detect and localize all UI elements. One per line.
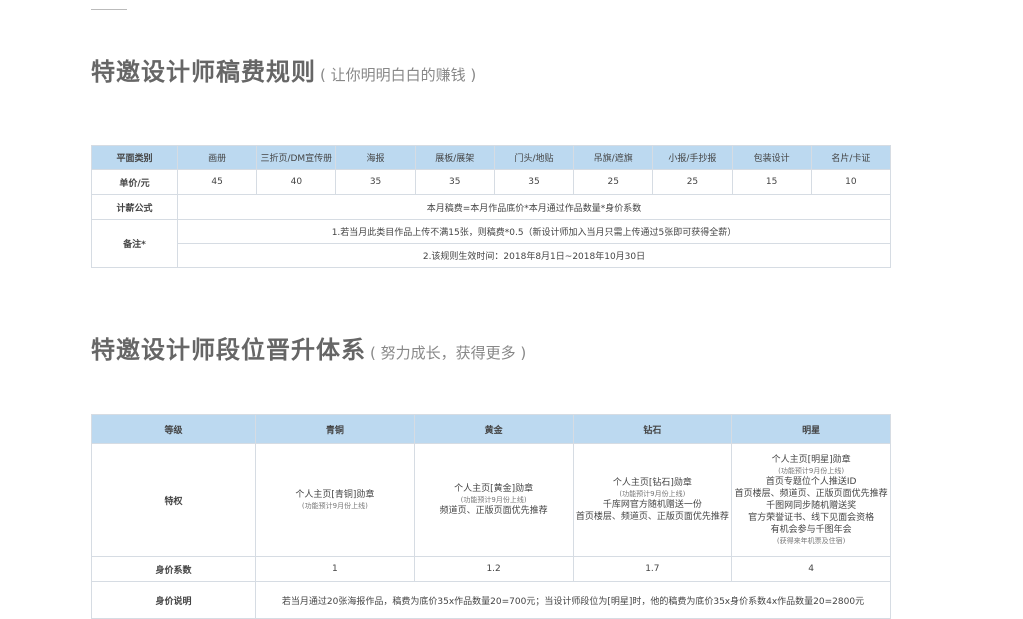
level-cell: 明星 [731,414,891,444]
category-cell: 画册 [176,145,258,170]
price-cell: 25 [652,169,733,195]
table-row: 身价系数 1 1.2 1.7 4 [91,556,891,582]
level-cell: 青铜 [255,414,415,444]
privilege-note: (功能预计9月份上线) [778,467,845,475]
table-row: 2.该规则生效时间：2018年8月1日~2018年10月30日 [92,243,891,268]
privilege-note: (功能预计9月份上线) [301,502,368,510]
desc-cell: 若当月通过20张海报作品，稿费为底价35x作品数量20=700元；当设计师段位为… [255,581,891,619]
table-row: 计薪公式 本月稿费=本月作品底价*本月通过作品数量*身价系数 [91,194,891,220]
privilege-line: 首页楼层、频道页、正版页面优先推荐 [734,489,888,499]
section-title-text: 特邀设计师稿费规则 [91,58,316,86]
privilege-line: 个人主页[青铜]勋章 [295,490,375,500]
privilege-line: 官方荣誉证书、线下见面会资格 [748,513,875,523]
price-cell: 35 [414,169,495,195]
table-row: 单价/元 45 40 35 35 35 25 25 15 10 [91,169,892,195]
table-row: 等级 青铜 黄金 钻石 明星 [91,414,891,444]
privilege-cell-bronze: 个人主页[青铜]勋章 (功能预计9月份上线) [255,443,415,557]
coef-cell: 1.7 [572,556,733,582]
price-cell: 40 [256,169,337,195]
price-cell: 45 [176,169,258,195]
privilege-line: 千库网官方随机赠送一份 [602,500,702,510]
section-subtitle: ( 让你明明白白的赚钱 ) [320,66,477,84]
privilege-line: 个人主页[钻石]勋章 [612,478,692,488]
privilege-line: 有机会参与千图年会 [770,525,852,535]
privilege-line: 千图网同步随机赠送奖 [766,501,857,511]
section-title-rank-system: 特邀设计师段位晋升体系( 努力成长，获得更多 ) [91,330,526,365]
privilege-line: 个人主页[明星]勋章 [771,455,851,465]
price-cell: 35 [335,169,416,195]
formula-cell: 本月稿费=本月作品底价*本月通过作品数量*身价系数 [177,194,891,220]
fee-rules-table: 平面类别 画册 三折页/DM宣传册 海报 展板/展架 门头/地贴 吊旗/遮旗 小… [91,145,892,268]
category-cell: 展板/展架 [414,145,495,170]
coef-cell: 1 [255,556,415,582]
coef-cell: 4 [731,556,891,582]
privilege-cell-gold: 个人主页[黄金]勋章 (功能预计9月份上线) 频道页、正版页面优先推荐 [413,443,574,557]
price-cell: 25 [573,169,654,195]
table-row: 身价说明 若当月通过20张海报作品，稿费为底价35x作品数量20=700元；当设… [91,581,891,619]
table-row: 特权 个人主页[青铜]勋章 (功能预计9月份上线) 个人主页[黄金]勋章 (功能… [91,443,891,557]
category-cell: 门头/地贴 [493,145,575,170]
privilege-line: 首页专题位个人推送ID [765,477,857,487]
price-cell: 15 [731,169,812,195]
level-cell: 钻石 [572,414,733,444]
table-row: 平面类别 画册 三折页/DM宣传册 海报 展板/展架 门头/地贴 吊旗/遮旗 小… [91,145,892,170]
note-cell: 1.若当月此类目作品上传不满15张，则稿费*0.5（新设计师加入当月只需上传通过… [177,219,891,244]
privilege-line: 个人主页[黄金]勋章 [454,484,534,494]
category-cell: 海报 [335,145,416,170]
privilege-line: 首页楼层、频道页、正版页面优先推荐 [575,512,729,522]
header-cell: 平面类别 [91,145,178,170]
privilege-line: 频道页、正版页面优先推荐 [439,506,548,516]
row-label: 备注* [91,219,178,268]
section-title-text: 特邀设计师段位晋升体系 [91,336,366,364]
row-label: 单价/元 [91,169,178,195]
privilege-cell-diamond: 个人主页[钻石]勋章 (功能预计9月份上线) 千库网官方随机赠送一份 首页楼层、… [572,443,733,557]
rank-system-table: 等级 青铜 黄金 钻石 明星 特权 个人主页[青铜]勋章 (功能预计9月份上线)… [91,414,891,619]
note-cell: 2.该规则生效时间：2018年8月1日~2018年10月30日 [177,243,891,268]
privilege-note: (获得来年机票及住宿) [776,537,846,545]
category-cell: 三折页/DM宣传册 [256,145,337,170]
level-cell: 黄金 [413,414,574,444]
category-cell: 包装设计 [731,145,812,170]
coef-cell: 1.2 [413,556,574,582]
category-cell: 小报/手抄报 [652,145,733,170]
category-cell: 吊旗/遮旗 [573,145,654,170]
section-subtitle: ( 努力成长，获得更多 ) [370,344,527,362]
privilege-note: (功能预计9月份上线) [619,490,686,498]
divider-line [91,9,127,10]
row-label: 计薪公式 [91,194,178,220]
row-label: 身价系数 [91,556,256,582]
category-cell: 名片/卡证 [810,145,892,170]
price-cell: 35 [493,169,575,195]
privilege-cell-star: 个人主页[明星]勋章 (功能预计9月份上线) 首页专题位个人推送ID 首页楼层、… [731,443,891,557]
header-cell: 等级 [91,414,256,444]
section-title-fee-rules: 特邀设计师稿费规则( 让你明明白白的赚钱 ) [91,52,476,87]
row-label: 特权 [91,443,256,557]
price-cell: 10 [810,169,892,195]
table-row: 备注* 1.若当月此类目作品上传不满15张，则稿费*0.5（新设计师加入当月只需… [91,219,891,268]
privilege-note: (功能预计9月份上线) [460,496,527,504]
row-label: 身价说明 [91,581,256,619]
